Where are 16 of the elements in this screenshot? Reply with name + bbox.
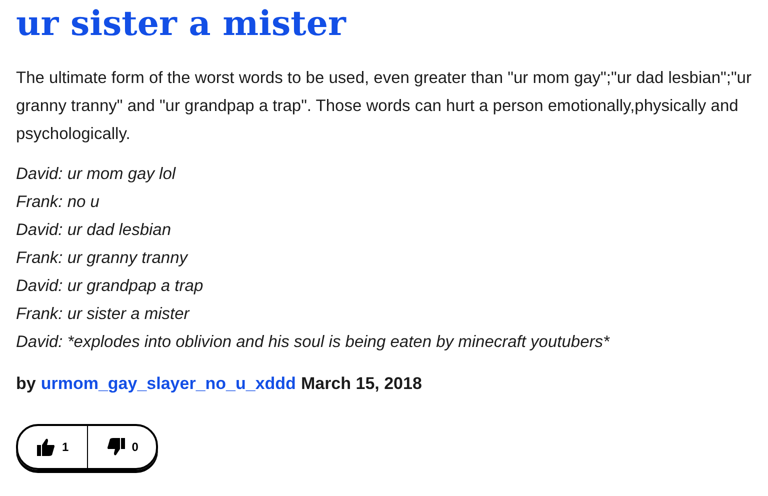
example-line: Frank: ur sister a mister [16,304,191,325]
upvote-button[interactable]: 1 [18,426,87,468]
example-line: David: ur mom gay lol [16,164,177,185]
thumbs-up-icon [36,437,56,457]
example-line: Frank: no u [16,192,100,213]
example-line: Frank: ur granny tranny [16,248,190,269]
downvote-button[interactable]: 0 [88,426,156,468]
author-link[interactable]: urmom_gay_slayer_no_u_xddd [40,374,296,394]
by-label: by [16,374,36,394]
example-line: David: ur grandpap a trap [16,276,204,297]
definition-text: The ultimate form of the worst words to be used, even greater than "ur mom gay";"ur dad lesbian";"ur granny tranny" and "ur grandpap a trap". Those words can hurt a person emotionally,physically and psychologically. [16,68,752,145]
example-line: David: *explodes into oblivion and his soul is being eaten by minecraft youtubers* [16,332,611,353]
date-text: March 15, 2018 [300,374,422,394]
thumbs-down-icon [106,437,126,457]
example-line: David: ur dad lesbian [16,220,172,241]
word-title[interactable]: ur sister a mister [16,0,346,46]
